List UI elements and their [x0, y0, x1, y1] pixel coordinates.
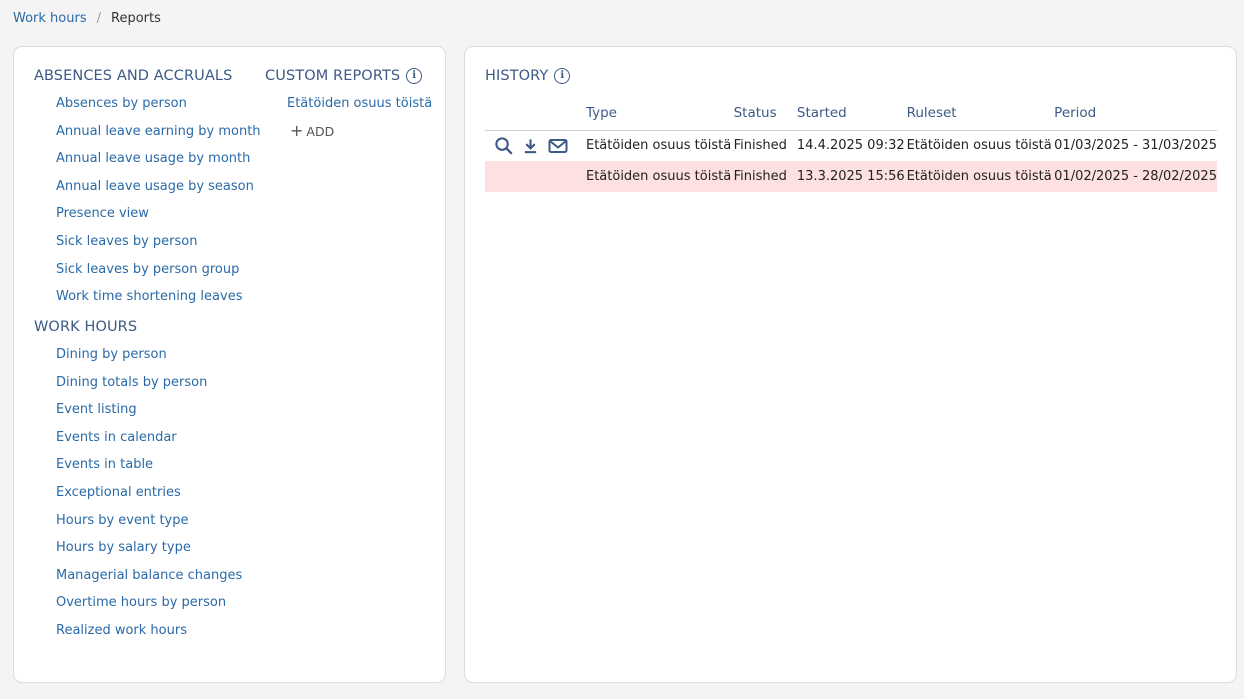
report-link[interactable]: Annual leave earning by month: [56, 124, 261, 152]
report-link[interactable]: Realized work hours: [56, 623, 242, 651]
custom-report-list: Etätöiden osuus töistä: [287, 96, 432, 124]
history-card: HISTORY i Type Status Started Ruleset Pe…: [464, 46, 1237, 683]
history-row[interactable]: Etätöiden osuus töistä Finished 13.3.202…: [485, 161, 1217, 192]
breadcrumb-work-hours[interactable]: Work hours: [13, 11, 87, 26]
custom-reports-section-title: CUSTOM REPORTS i: [265, 68, 423, 84]
ruleset-header[interactable]: Ruleset: [906, 97, 1055, 131]
history-header-row: Type Status Started Ruleset Period: [485, 97, 1217, 131]
report-link[interactable]: Event listing: [56, 402, 242, 430]
type-header[interactable]: Type: [585, 97, 734, 131]
report-link[interactable]: Overtime hours by person: [56, 595, 242, 623]
row-actions: [485, 130, 586, 161]
work-hours-section-title: WORK HOURS: [34, 319, 137, 335]
reports-card: ABSENCES AND ACCRUALS Absences by person…: [13, 46, 446, 683]
period-header[interactable]: Period: [1054, 97, 1217, 131]
download-icon[interactable]: [522, 137, 539, 155]
absences-report-list: Absences by person Annual leave earning …: [56, 96, 261, 317]
report-link[interactable]: Events in table: [56, 457, 242, 485]
breadcrumb-reports: Reports: [111, 11, 161, 26]
history-title-label: HISTORY: [485, 68, 549, 84]
add-custom-report-button[interactable]: + ADD: [290, 123, 334, 139]
report-link[interactable]: Presence view: [56, 206, 261, 234]
row-actions: [485, 161, 586, 192]
custom-reports-title-label: CUSTOM REPORTS: [265, 68, 401, 84]
history-table: Type Status Started Ruleset Period Etätö…: [485, 97, 1217, 192]
plus-icon: +: [290, 121, 304, 140]
type-cell: Etätöiden osuus töistä: [585, 138, 732, 154]
work-hours-report-list: Dining by person Dining totals by person…: [56, 347, 242, 651]
ruleset-cell: Etätöiden osuus töistä: [906, 161, 1055, 192]
report-link[interactable]: Managerial balance changes: [56, 568, 242, 596]
report-link[interactable]: Absences by person: [56, 96, 261, 124]
report-link[interactable]: Work time shortening leaves: [56, 289, 261, 317]
status-cell: Finished: [733, 161, 797, 192]
report-link[interactable]: Annual leave usage by month: [56, 151, 261, 179]
report-link[interactable]: Sick leaves by person: [56, 234, 261, 262]
report-link[interactable]: Dining by person: [56, 347, 242, 375]
period-cell: 01/02/2025 - 28/02/2025: [1054, 161, 1217, 192]
custom-report-link[interactable]: Etätöiden osuus töistä: [287, 96, 432, 124]
report-link[interactable]: Annual leave usage by season: [56, 179, 261, 207]
period-cell: 01/03/2025 - 31/03/2025: [1054, 138, 1217, 154]
report-link[interactable]: Dining totals by person: [56, 375, 242, 403]
status-cell: Finished: [733, 138, 787, 154]
started-header[interactable]: Started: [796, 97, 907, 131]
started-cell: 14.4.2025 09:32: [796, 138, 905, 154]
started-cell: 13.3.2025 15:56: [796, 161, 907, 192]
report-link[interactable]: Exceptional entries: [56, 485, 242, 513]
report-link[interactable]: Hours by event type: [56, 513, 242, 541]
history-section-title: HISTORY i: [485, 68, 571, 84]
search-icon[interactable]: [494, 136, 513, 155]
actions-header: [485, 97, 586, 131]
breadcrumb: Work hours / Reports: [13, 11, 161, 26]
absences-title-label: ABSENCES AND ACCRUALS: [34, 68, 233, 84]
ruleset-cell: Etätöiden osuus töistä: [906, 138, 1052, 154]
info-icon[interactable]: i: [554, 68, 571, 84]
report-link[interactable]: Sick leaves by person group: [56, 262, 261, 290]
type-cell: Etätöiden osuus töistä: [585, 161, 734, 192]
add-label: ADD: [306, 123, 335, 139]
report-link[interactable]: Events in calendar: [56, 430, 242, 458]
mail-icon[interactable]: [548, 138, 568, 154]
breadcrumb-separator: /: [96, 11, 101, 26]
work-hours-title-label: WORK HOURS: [34, 319, 138, 335]
absences-section-title: ABSENCES AND ACCRUALS: [34, 68, 232, 84]
report-link[interactable]: Hours by salary type: [56, 540, 242, 568]
info-icon[interactable]: i: [406, 68, 423, 84]
status-header[interactable]: Status: [733, 97, 797, 131]
history-row[interactable]: Etätöiden osuus töistä Finished 14.4.202…: [485, 130, 1217, 161]
